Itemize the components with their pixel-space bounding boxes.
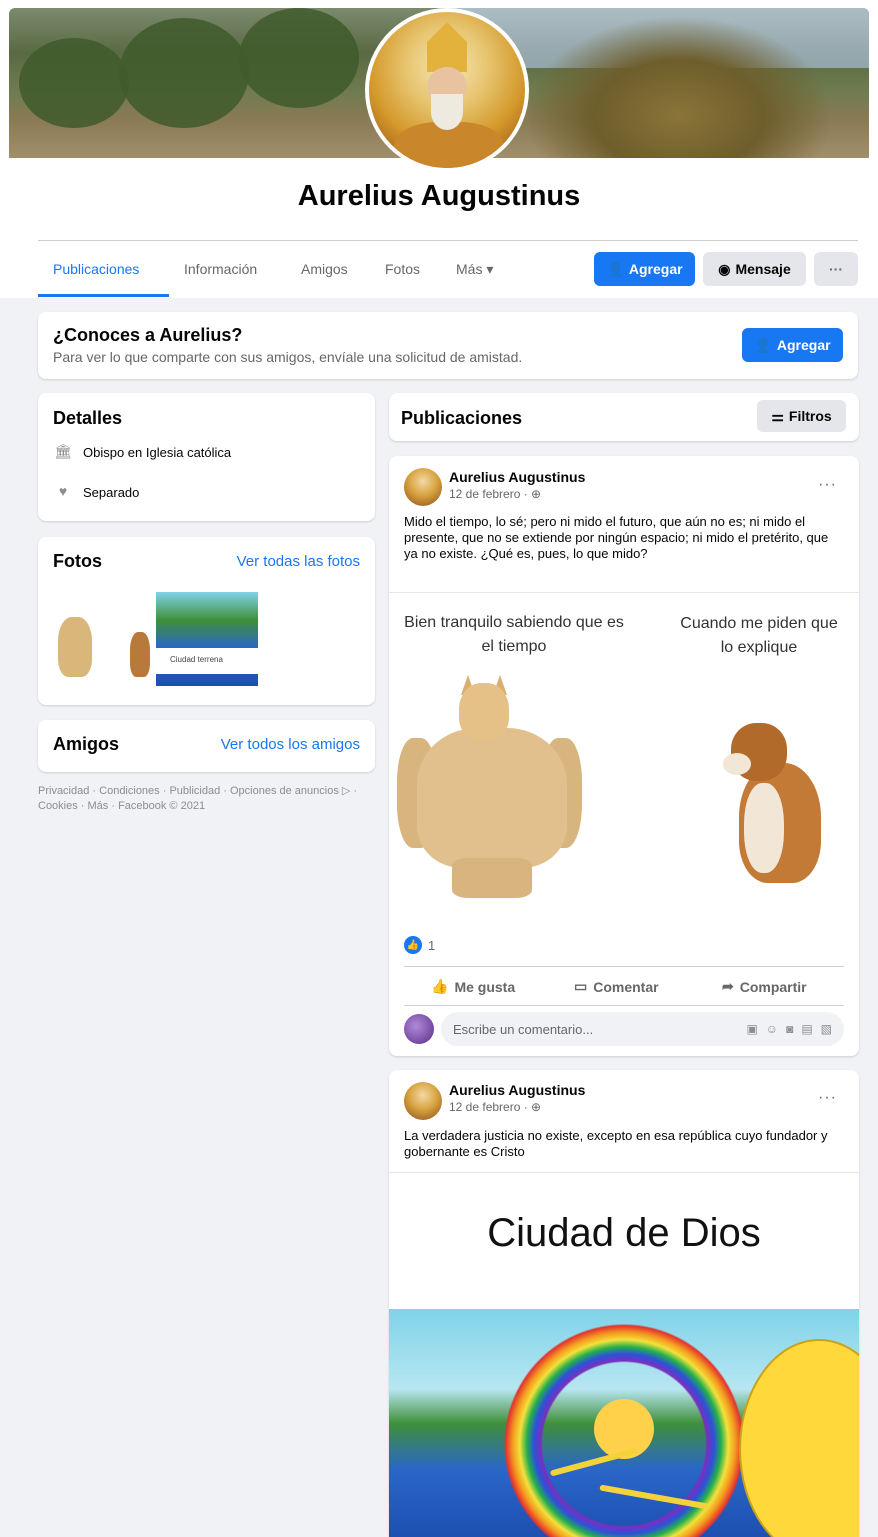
photo-thumbnail[interactable] [118, 592, 154, 686]
photo-caption: Ciudad terrena [156, 648, 258, 674]
profile-name: Aurelius Augustinus [297, 180, 581, 212]
profile-avatar-image [369, 12, 525, 168]
post-more-button[interactable]: ··· [818, 476, 837, 494]
know-title: ¿Conoces a Aurelius? [53, 325, 243, 345]
post-author-avatar[interactable] [404, 1082, 442, 1120]
share-button[interactable]: ➦ Compartir [722, 978, 807, 995]
post-author-name[interactable]: Aurelius Augustinus [449, 1082, 585, 1098]
active-tab-indicator [38, 294, 169, 297]
photos-card: Fotos Ver todas las fotos Ciudad terrena [38, 537, 375, 705]
meme-caption-left: Bien tranquilo sabiendo que es el tiempo [404, 614, 624, 655]
post-text: Mido el tiempo, lo sé; pero ni mido el f… [404, 514, 829, 561]
cover-tree [239, 8, 359, 108]
detail-item-relationship: ♥ Separado [53, 483, 140, 501]
sticker-icon[interactable]: ▣ [746, 1022, 757, 1036]
like-button[interactable]: 👍 Me gusta [431, 978, 515, 995]
post-text: La verdadera justicia no existe, excepto… [404, 1128, 828, 1159]
tab-fotos[interactable]: Fotos [385, 261, 420, 277]
know-subtitle: Para ver lo que comparte con sus amigos,… [53, 349, 523, 365]
tabs-divider [38, 240, 858, 241]
filters-button[interactable]: ⚌ Filtros [757, 400, 846, 432]
post-date[interactable]: 12 de febrero · ⊕ [449, 1100, 541, 1114]
details-card: Detalles 🏛 Obispo en Iglesia católica ♥ … [38, 393, 375, 521]
share-icon: ➦ [722, 978, 734, 994]
feed-header-card: Publicaciones ⚌ Filtros [389, 393, 859, 441]
meme-caption-right: Cuando me piden que lo explique [680, 615, 838, 656]
cover-tree [119, 18, 249, 128]
gif-icon[interactable]: ▤ [801, 1022, 812, 1036]
comment-tools: ▣ ☺ ◙ ▤ ▧ [746, 1022, 832, 1036]
tab-publicaciones[interactable]: Publicaciones [53, 261, 139, 277]
camera-icon[interactable]: ◙ [786, 1022, 793, 1036]
photo-thumbnail[interactable] [52, 592, 114, 686]
post-card: Aurelius Augustinus 12 de febrero · ⊕ ··… [389, 456, 859, 1056]
photos-title: Fotos [53, 551, 102, 571]
tab-amigos[interactable]: Amigos [301, 261, 348, 277]
photo-thumbnail-ciudad[interactable]: Ciudad terrena [156, 592, 258, 686]
meme-title: Ciudad de Dios [487, 1211, 761, 1255]
messenger-icon: ◉ [718, 260, 731, 277]
post-date[interactable]: 12 de febrero · ⊕ [449, 487, 541, 501]
cover-palm [529, 18, 829, 158]
feed-title: Publicaciones [401, 408, 523, 428]
comment-input[interactable]: Escribe un comentario... ▣ ☺ ◙ ▤ ▧ [441, 1012, 844, 1046]
details-title: Detalles [53, 408, 123, 428]
actions-divider-bottom [404, 1005, 844, 1006]
reaction-summary[interactable]: 👍 1 [404, 936, 435, 954]
know-prompt-card: ¿Conoces a Aurelius? Para ver lo que com… [38, 312, 858, 379]
cover-tree [19, 38, 129, 128]
detail-item-job: 🏛 Obispo en Iglesia católica [54, 443, 232, 460]
post-image-meme[interactable]: Bien tranquilo sabiendo que es el tiempo… [389, 592, 859, 925]
like-reaction-icon: 👍 [404, 936, 422, 954]
add-friend-icon: 👤 [754, 336, 772, 353]
post-author-avatar[interactable] [404, 468, 442, 506]
more-options-button[interactable]: ··· [814, 252, 858, 286]
sticker-alt-icon[interactable]: ▧ [821, 1022, 832, 1036]
simpsons-landscape [389, 1309, 859, 1537]
heart-icon: ♥ [58, 483, 68, 499]
cheems-figure [719, 723, 829, 903]
tab-informacion[interactable]: Información [184, 261, 257, 277]
see-all-photos-link[interactable]: Ver todas las fotos [237, 553, 360, 570]
filters-icon: ⚌ [771, 407, 784, 424]
footer-links[interactable]: Privacidad · Condiciones · Publicidad · … [38, 784, 368, 814]
emoji-icon[interactable]: ☺ [766, 1022, 778, 1036]
post-card: Aurelius Augustinus 12 de febrero · ⊕ ··… [389, 1070, 859, 1537]
comment-icon: ▭ [574, 978, 588, 994]
profile-picture[interactable] [365, 8, 529, 172]
briefcase-icon: 🏛 [54, 443, 72, 459]
tab-mas[interactable]: Más ▾ [456, 261, 493, 278]
buff-doge-figure [397, 675, 582, 898]
post-more-button[interactable]: ··· [818, 1089, 837, 1107]
actions-divider-top [404, 966, 844, 967]
friends-card: Amigos Ver todos los amigos [38, 720, 375, 772]
friends-title: Amigos [53, 734, 120, 754]
post-author-name[interactable]: Aurelius Augustinus [449, 469, 585, 485]
message-button[interactable]: ◉ Mensaje [703, 252, 806, 286]
see-all-friends-link[interactable]: Ver todos los amigos [221, 736, 360, 753]
viewer-avatar[interactable] [404, 1014, 434, 1044]
profile-header: Aurelius Augustinus Publicaciones Inform… [0, 0, 878, 298]
add-friend-button[interactable]: 👤 Agregar [594, 252, 695, 286]
comment-button[interactable]: ▭ Comentar [574, 978, 659, 995]
post-image-ciudad[interactable]: Ciudad de Dios [389, 1172, 859, 1537]
thumbs-up-icon: 👍 [431, 978, 449, 994]
add-friend-icon: 👤 [606, 260, 624, 277]
know-add-friend-button[interactable]: 👤 Agregar [742, 328, 843, 362]
